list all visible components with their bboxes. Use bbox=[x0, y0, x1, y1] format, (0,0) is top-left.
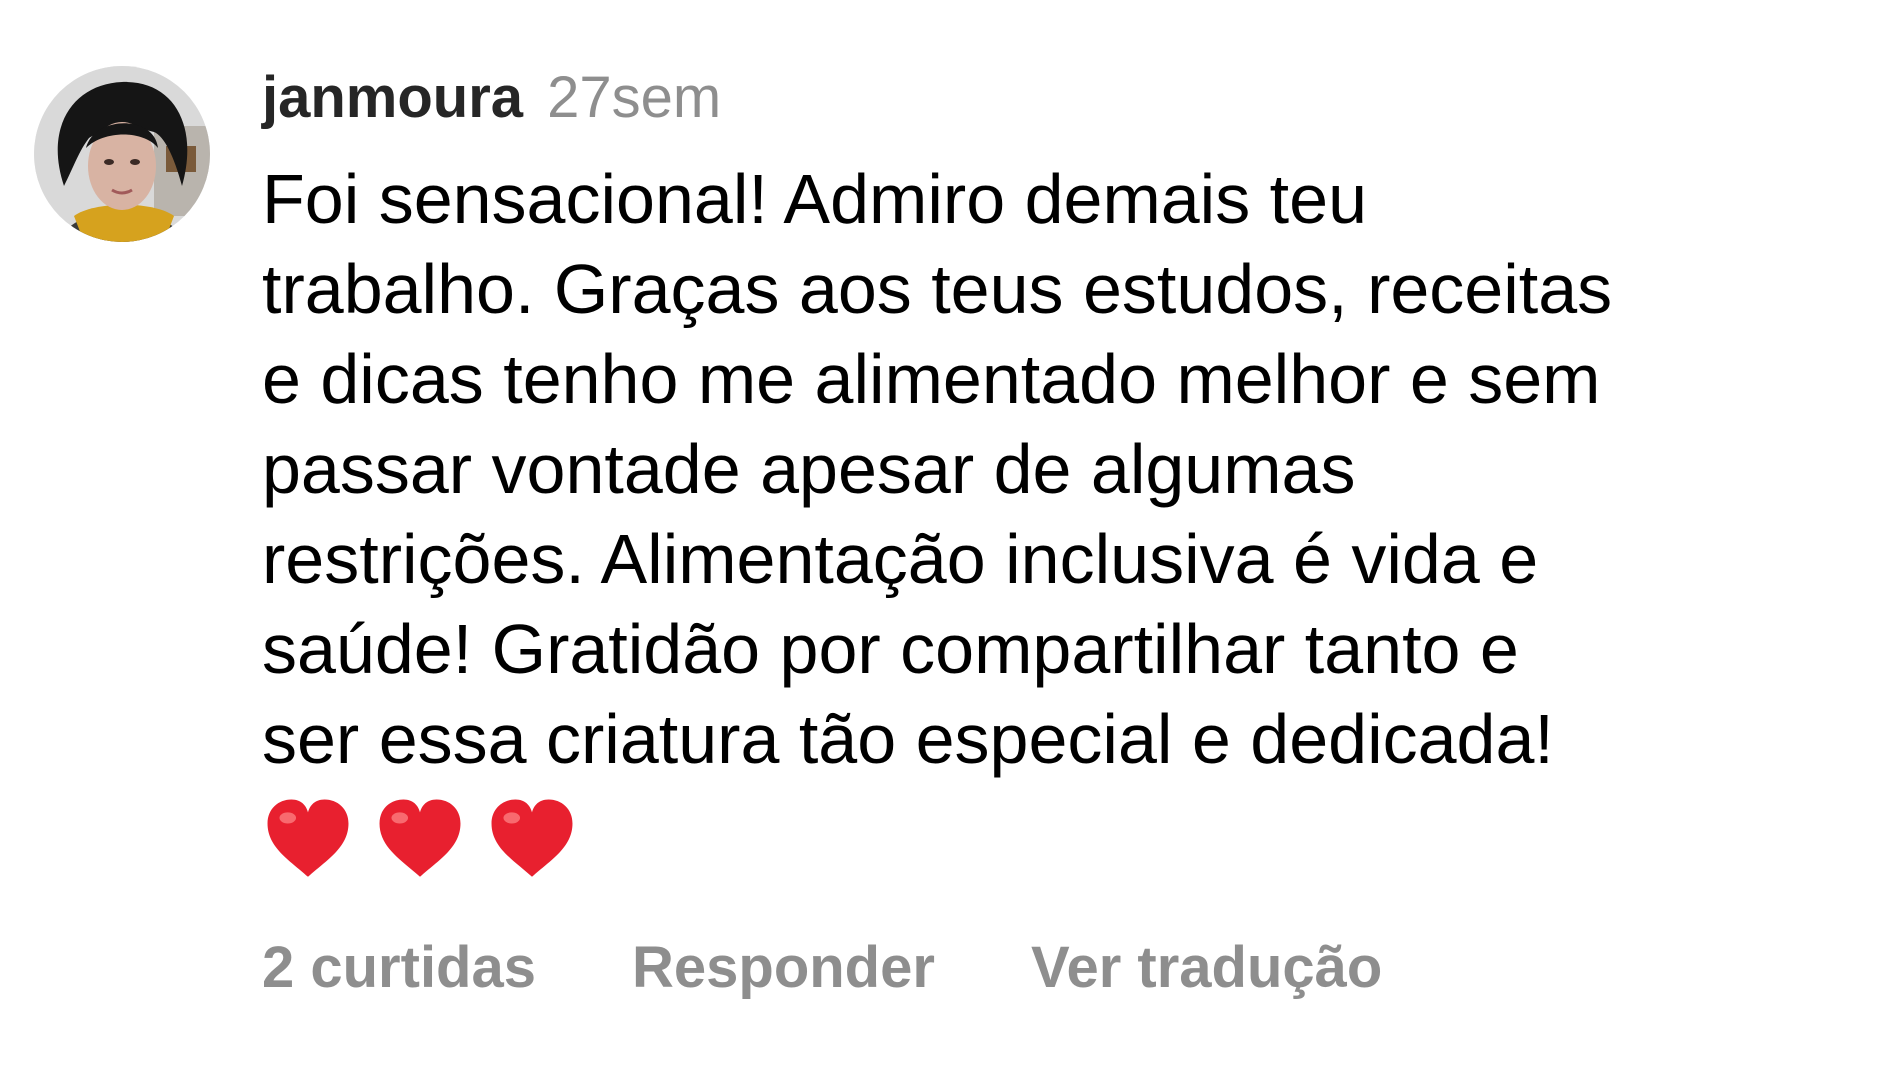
comment-text-line: e dicas tenho me alimentado melhor e sem bbox=[262, 340, 1601, 418]
comment: janmoura 27sem Foi sensacional! Admiro d… bbox=[0, 0, 1900, 1080]
red-heart-icon bbox=[491, 799, 573, 877]
username[interactable]: janmoura bbox=[262, 58, 523, 138]
timestamp[interactable]: 27sem bbox=[547, 58, 721, 138]
emoji-row bbox=[262, 792, 1862, 888]
red-heart-icon bbox=[379, 799, 461, 877]
comment-text-line: trabalho. Graças aos teus estudos, recei… bbox=[262, 250, 1613, 328]
comment-text-line: saúde! Gratidão por compartilhar tanto e bbox=[262, 610, 1519, 688]
comment-text: Foi sensacional! Admiro demais teu traba… bbox=[262, 154, 1852, 784]
comment-text-line: ser essa criatura tão especial e dedicad… bbox=[262, 700, 1554, 778]
see-translation-button[interactable]: Ver tradução bbox=[1031, 928, 1382, 1008]
avatar[interactable] bbox=[34, 66, 210, 242]
comment-actions: 2 curtidas Responder Ver tradução bbox=[262, 928, 1862, 1008]
red-heart-icon bbox=[267, 799, 349, 877]
comment-meta: janmoura 27sem bbox=[262, 58, 1862, 138]
reply-button[interactable]: Responder bbox=[632, 928, 935, 1008]
avatar-photo bbox=[34, 66, 210, 242]
comment-text-line: Foi sensacional! Admiro demais teu bbox=[262, 160, 1367, 238]
comment-body: janmoura 27sem Foi sensacional! Admiro d… bbox=[262, 58, 1862, 1008]
comment-text-line: passar vontade apesar de algumas bbox=[262, 430, 1356, 508]
comment-text-line: restrições. Alimentação inclusiva é vida… bbox=[262, 520, 1539, 598]
likes-count-button[interactable]: 2 curtidas bbox=[262, 928, 536, 1008]
